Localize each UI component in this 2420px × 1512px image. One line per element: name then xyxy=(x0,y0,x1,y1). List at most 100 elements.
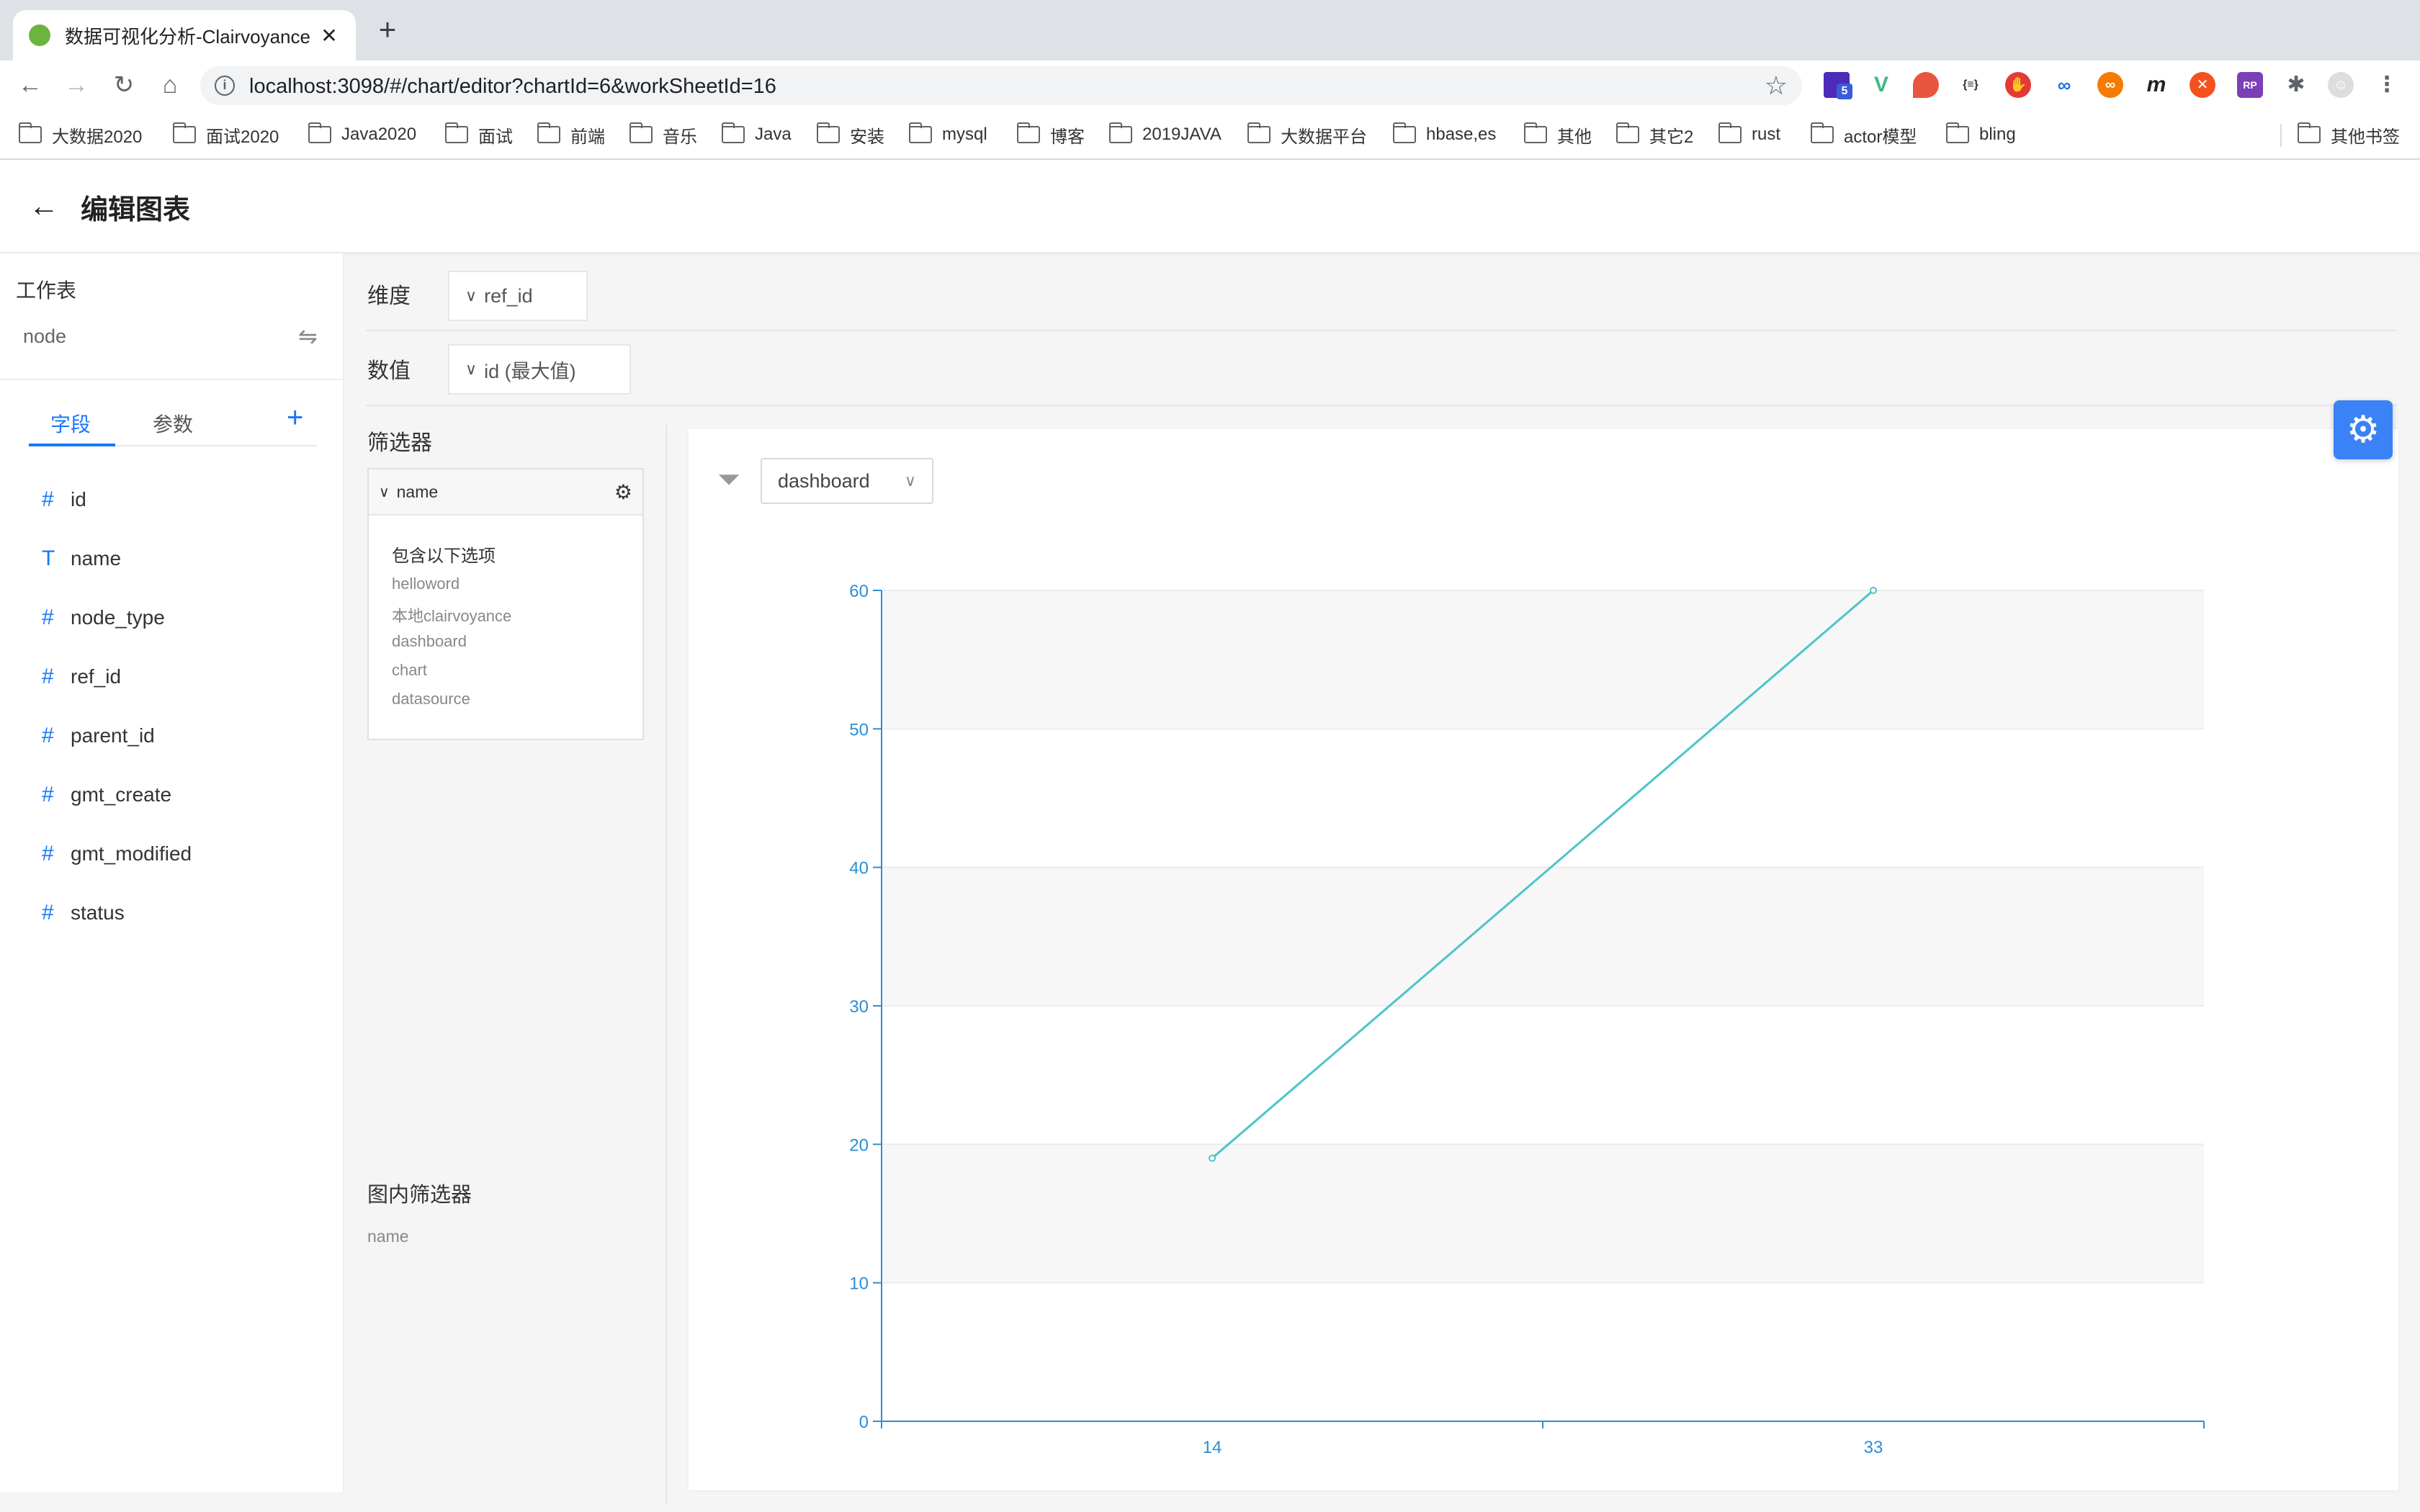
field-item[interactable]: # gmt_modified xyxy=(42,840,192,868)
json-viewer-icon[interactable]: {≡} xyxy=(1958,72,1984,98)
new-tab-button[interactable]: + xyxy=(373,14,402,45)
bookmark-folder[interactable]: 安装 xyxy=(816,122,884,147)
bookmark-folder[interactable]: hbase,es xyxy=(1392,122,1496,147)
bookmark-folder[interactable]: 面试2020 xyxy=(172,122,279,147)
reload-icon[interactable]: ↻ xyxy=(107,68,141,102)
back-arrow-icon[interactable]: ← xyxy=(29,189,59,223)
field-item[interactable]: # node_type xyxy=(42,603,165,632)
folder-icon xyxy=(816,122,840,143)
grid-band xyxy=(882,590,2204,729)
profile-avatar[interactable]: ☺ xyxy=(2328,72,2354,98)
text-type-icon: T xyxy=(42,546,55,570)
bookmark-folder[interactable]: 其它2 xyxy=(1615,122,1693,147)
number-type-icon: # xyxy=(42,665,54,688)
infinity-extension-icon[interactable]: ∞ xyxy=(2097,72,2123,98)
bookmark-folder[interactable]: Java2020 xyxy=(308,122,416,147)
number-type-icon: # xyxy=(42,606,54,629)
field-name: node_type xyxy=(71,606,165,629)
home-icon[interactable]: ⌂ xyxy=(153,68,187,102)
y-tick-label: 20 xyxy=(849,1135,869,1155)
browser-toolbar: ← → ↻ ⌂ i localhost:3098/#/chart/editor?… xyxy=(0,60,2420,109)
dimension-label: 维度 xyxy=(367,284,411,308)
field-item[interactable]: # gmt_create xyxy=(42,780,171,809)
number-type-icon: # xyxy=(42,783,54,806)
measure-pill[interactable]: ∨ id (最大值) xyxy=(448,344,631,395)
folder-icon xyxy=(1392,122,1416,143)
tab-close-icon[interactable]: ✕ xyxy=(318,24,340,48)
folder-icon xyxy=(1016,122,1040,143)
x-tick-label: 33 xyxy=(1864,1438,1883,1457)
data-point xyxy=(1209,1154,1216,1162)
bookmarks-separator xyxy=(2280,124,2282,147)
close-extension-icon[interactable]: ✕ xyxy=(2190,72,2215,98)
sidebar-divider xyxy=(0,379,344,380)
tab-params[interactable]: 参数 xyxy=(153,409,193,438)
bookmark-folder[interactable]: 其他 xyxy=(1523,122,1592,147)
extension-badge-icon[interactable]: 5 xyxy=(1824,72,1852,99)
puzzle-extensions-icon[interactable]: ✱ xyxy=(2283,72,2309,98)
link-extension-icon[interactable]: ∞ xyxy=(2051,72,2077,98)
url-text[interactable]: localhost:3098/#/chart/editor?chartId=6&… xyxy=(249,75,776,99)
back-icon[interactable]: ← xyxy=(13,68,48,102)
field-name: ref_id xyxy=(71,665,122,688)
bookmark-folder[interactable]: 博客 xyxy=(1016,122,1085,147)
filter-field-name: name xyxy=(396,482,439,501)
field-item[interactable]: Tname xyxy=(42,544,121,573)
field-item[interactable]: # id xyxy=(42,485,86,514)
bookmark-folder[interactable]: actor模型 xyxy=(1810,122,1917,147)
field-name: parent_id xyxy=(71,724,155,747)
bookmark-star-icon[interactable]: ☆ xyxy=(1765,71,1788,101)
site-info-icon[interactable]: i xyxy=(215,76,235,96)
browser-tab[interactable]: 数据可视化分析-Clairvoyance ✕ xyxy=(13,10,356,60)
rp-extension-icon[interactable]: RP xyxy=(2237,72,2263,98)
bookmark-folder[interactable]: Java xyxy=(721,122,792,147)
bookmark-folder[interactable]: 前端 xyxy=(537,122,605,147)
switch-worksheet-icon[interactable]: ⇋ xyxy=(298,323,318,350)
filter-option: helloword xyxy=(392,575,460,593)
browser-menu-icon[interactable]: ⋮ xyxy=(2374,72,2400,98)
shelf-divider xyxy=(366,330,2397,331)
spring-leaf-icon xyxy=(29,24,50,46)
bookmark-folder[interactable]: 面试 xyxy=(444,122,513,147)
filter-option: datasource xyxy=(392,690,470,708)
bookmark-folder[interactable]: 大数据平台 xyxy=(1247,122,1367,147)
in-chart-filter-field[interactable]: name xyxy=(367,1227,409,1246)
bookmark-folder[interactable]: mysql xyxy=(908,122,987,147)
bookmark-folder[interactable]: bling xyxy=(1945,122,2016,147)
bookmark-folder[interactable]: 2019JAVA xyxy=(1108,122,1222,147)
m-extension-icon[interactable]: m xyxy=(2143,72,2169,98)
location-pin-icon[interactable] xyxy=(1913,72,1939,98)
folder-icon xyxy=(1945,122,1969,143)
in-chart-filter-label: 图内筛选器 xyxy=(367,1184,472,1207)
add-field-button[interactable]: + xyxy=(287,403,303,432)
bookmark-folder[interactable]: 大数据2020 xyxy=(18,122,142,147)
bookmark-folder[interactable]: 音乐 xyxy=(629,122,697,147)
filter-card: ∨ name ⚙ 包含以下选项 helloword 本地clairvoyance… xyxy=(367,468,644,740)
dimension-pill[interactable]: ∨ ref_id xyxy=(448,271,588,321)
folder-icon xyxy=(908,122,932,143)
field-item[interactable]: # ref_id xyxy=(42,662,121,691)
app-header: ← 编辑图表 xyxy=(0,160,2420,252)
x-tick-label: 14 xyxy=(1203,1438,1222,1457)
adblock-icon[interactable]: ✋ xyxy=(2005,72,2031,98)
folder-icon xyxy=(1108,122,1132,143)
field-item[interactable]: # status xyxy=(42,899,125,927)
folder-icon xyxy=(18,122,42,143)
bookmark-folder[interactable]: rust xyxy=(1718,122,1780,147)
forward-icon[interactable]: → xyxy=(59,68,94,102)
other-bookmarks-folder[interactable]: 其他书签 xyxy=(2297,122,2400,147)
chart-settings-gear-icon[interactable]: ⚙ xyxy=(2334,400,2393,459)
address-bar[interactable]: i localhost:3098/#/chart/editor?chartId=… xyxy=(200,66,1802,105)
filter-settings-icon[interactable]: ⚙ xyxy=(614,480,632,504)
chevron-down-icon: ∨ xyxy=(465,287,478,305)
y-tick-label: 10 xyxy=(849,1274,869,1294)
field-name: gmt_create xyxy=(71,783,172,806)
filter-mode: 包含以下选项 xyxy=(392,546,496,566)
filter-header[interactable]: ∨ name ⚙ xyxy=(369,469,642,516)
tab-title: 数据可视化分析-Clairvoyance xyxy=(65,25,310,48)
line-chart: 0 10 20 30 40 50 60 14 33 xyxy=(849,582,2205,1457)
vue-devtools-icon[interactable]: V xyxy=(1868,72,1894,98)
field-item[interactable]: # parent_id xyxy=(42,721,155,750)
tab-fields[interactable]: 字段 xyxy=(50,409,91,438)
page-title: 编辑图表 xyxy=(81,195,191,225)
